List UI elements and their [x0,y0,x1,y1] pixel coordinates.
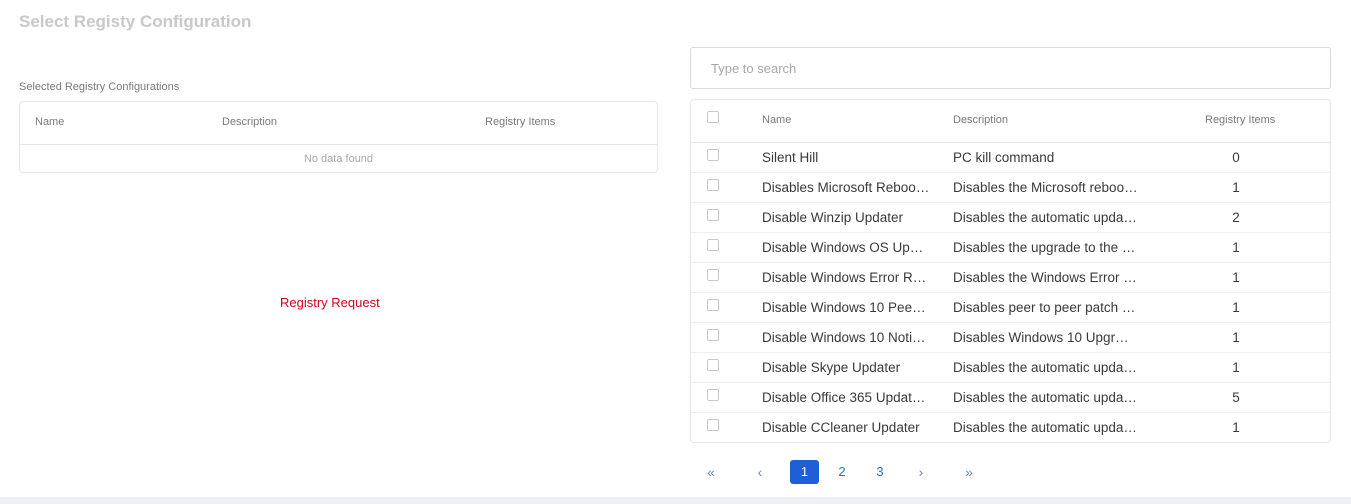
no-data-message: No data found [303,153,374,165]
row-checkbox[interactable] [707,329,719,341]
page-title: Select Registy Configuration [19,12,252,31]
row-registry-items: 1 [1232,180,1240,195]
row-description: Disables Windows 10 Upgr… [953,330,1129,345]
search-input[interactable] [690,47,1331,89]
row-checkbox[interactable] [707,299,719,311]
row-description: Disables peer to peer patch … [953,300,1136,315]
row-checkbox[interactable] [707,359,719,371]
registry-request-link[interactable]: Registry Request [280,295,380,310]
row-description: Disables the Microsoft reboo… [953,180,1138,195]
table-row[interactable]: Disable CCleaner Updater Disables the aut… [691,413,1330,442]
row-name: Disable Windows Error R… [762,270,927,285]
row-registry-items: 1 [1232,330,1240,345]
available-col-description[interactable]: Description [953,114,1008,126]
select-all-checkbox[interactable] [707,111,719,123]
selected-col-registry-items[interactable]: Registry Items [485,116,555,128]
row-name: Disable Winzip Updater [762,210,904,225]
row-name: Disable CCleaner Updater [762,420,920,435]
table-row[interactable]: Disable Winzip Updater Disables the autom… [691,203,1330,233]
row-name: Disable Office 365 Updat… [762,390,926,405]
row-checkbox[interactable] [707,419,719,431]
row-description: Disables the automatic upda… [953,360,1137,375]
row-name: Disable Skype Updater [762,360,901,375]
available-table-header: Name Description Registry Items [691,100,1330,143]
table-row[interactable]: Disable Office 365 Updat… Disables the au… [691,383,1330,413]
table-row[interactable]: Disable Skype Updater Disables the automa… [691,353,1330,383]
page-1-button[interactable]: 1 [790,460,819,484]
row-registry-items: 1 [1232,270,1240,285]
row-registry-items: 2 [1232,210,1240,225]
row-checkbox[interactable] [707,239,719,251]
first-page-button[interactable]: « [704,460,718,484]
selected-col-name[interactable]: Name [35,116,64,128]
row-name: Disable Windows OS Up… [762,240,924,255]
row-registry-items: 5 [1232,390,1240,405]
row-name: Silent Hill [762,150,819,165]
row-checkbox[interactable] [707,209,719,221]
row-name: Disable Windows 10 Pee… [762,300,926,315]
row-description: PC kill command [953,150,1055,165]
row-registry-items: 1 [1232,300,1240,315]
table-row[interactable]: Disable Windows Error R… Disables the Win… [691,263,1330,293]
table-row[interactable]: Disables Microsoft Reboo… Disables the Mi… [691,173,1330,203]
available-configs-table: Name Description Registry Items Silent H… [690,99,1331,443]
available-table-body: Silent Hill PC kill command 0 Disables Micr… [691,143,1330,442]
row-checkbox[interactable] [707,269,719,281]
registry-config-page: Select Registy Configuration Selected Re… [0,0,1351,504]
row-description: Disables the automatic upda… [953,210,1137,225]
pagination: « ‹ 1 2 3 › » [690,460,1330,484]
selected-col-description[interactable]: Description [222,116,277,128]
table-row[interactable]: Disable Windows 10 Pee… Disables peer to … [691,293,1330,323]
table-row[interactable]: Disable Windows OS Up… Disables the upgra… [691,233,1330,263]
row-description: Disables the upgrade to the … [953,240,1136,255]
row-name: Disables Microsoft Reboo… [762,180,930,195]
row-description: Disables the Windows Error … [953,270,1137,285]
row-description: Disables the automatic upda… [953,420,1137,435]
row-checkbox[interactable] [707,389,719,401]
available-col-registry-items[interactable]: Registry Items [1205,114,1275,126]
available-col-name[interactable]: Name [762,114,791,126]
selected-table-header: Name Description Registry Items [20,102,657,145]
next-page-button[interactable]: › [915,460,927,484]
selected-configs-label: Selected Registry Configurations [19,81,180,93]
table-row[interactable]: Disable Windows 10 Noti… Disables Windows… [691,323,1330,353]
row-checkbox[interactable] [707,149,719,161]
row-checkbox[interactable] [707,179,719,191]
table-row[interactable]: Silent Hill PC kill command 0 [691,143,1330,173]
row-name: Disable Windows 10 Noti… [762,330,926,345]
row-registry-items: 0 [1232,150,1240,165]
prev-page-button[interactable]: ‹ [754,460,766,484]
page-3-button[interactable]: 3 [873,460,887,484]
row-description: Disables the automatic upda… [953,390,1137,405]
row-registry-items: 1 [1232,360,1240,375]
footer-bar [0,497,1351,504]
page-2-button[interactable]: 2 [835,460,849,484]
row-registry-items: 1 [1232,420,1240,435]
last-page-button[interactable]: » [962,460,976,484]
selected-configs-table: Name Description Registry Items No data … [19,101,658,173]
row-registry-items: 1 [1232,240,1240,255]
